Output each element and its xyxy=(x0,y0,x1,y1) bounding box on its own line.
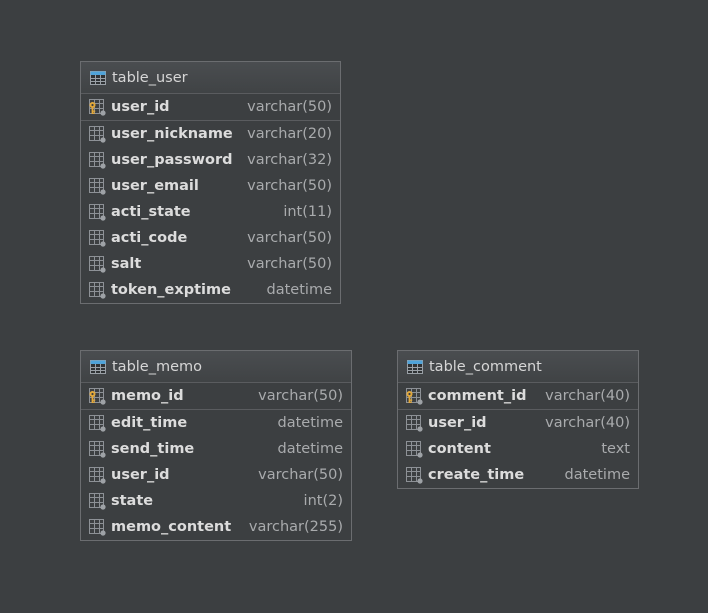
column-type: int(2) xyxy=(303,493,343,509)
column-row[interactable]: user_password varchar(32) xyxy=(81,147,340,173)
column-type: int(11) xyxy=(283,204,332,220)
table-title: table_user xyxy=(112,69,188,86)
column-row[interactable]: token_exptime datetime xyxy=(81,277,340,303)
primary-key-column-row[interactable]: comment_id varchar(40) xyxy=(398,383,638,410)
column-icon xyxy=(88,518,106,536)
primary-key-column-row[interactable]: user_id varchar(50) xyxy=(81,94,340,121)
column-icon xyxy=(88,151,106,169)
column-icon xyxy=(88,492,106,510)
column-name: user_id xyxy=(111,467,170,483)
column-type: varchar(255) xyxy=(248,519,343,535)
column-name: user_email xyxy=(111,178,199,194)
column-icon xyxy=(88,125,106,143)
column-name: memo_content xyxy=(111,519,232,535)
column-type: datetime xyxy=(266,282,332,298)
column-icon xyxy=(88,440,106,458)
column-row[interactable]: user_email varchar(50) xyxy=(81,173,340,199)
primary-key-column-icon xyxy=(88,387,106,405)
column-icon xyxy=(88,203,106,221)
table-memo-box[interactable]: table_memo memo_id varchar(50) edit_time da… xyxy=(80,350,352,541)
table-header: table_memo xyxy=(81,351,351,383)
column-row[interactable]: state int(2) xyxy=(81,488,351,514)
column-icon xyxy=(405,440,423,458)
column-name: user_nickname xyxy=(111,126,233,142)
column-name: create_time xyxy=(428,467,525,483)
column-icon xyxy=(88,177,106,195)
column-type: text xyxy=(601,441,630,457)
column-name: send_time xyxy=(111,441,195,457)
column-name: user_id xyxy=(111,99,170,115)
column-row[interactable]: edit_time datetime xyxy=(81,410,351,436)
table-comment-box[interactable]: table_comment comment_id varchar(40) user_… xyxy=(397,350,639,489)
column-name: user_password xyxy=(111,152,233,168)
column-type: varchar(50) xyxy=(247,230,332,246)
table-icon xyxy=(89,358,107,376)
column-row[interactable]: create_time datetime xyxy=(398,462,638,488)
column-type: datetime xyxy=(277,441,343,457)
table-icon xyxy=(406,358,424,376)
column-name: user_id xyxy=(428,415,487,431)
column-row[interactable]: user_nickname varchar(20) xyxy=(81,121,340,147)
column-name: comment_id xyxy=(428,388,527,404)
table-header: table_user xyxy=(81,62,340,94)
column-row[interactable]: send_time datetime xyxy=(81,436,351,462)
column-name: token_exptime xyxy=(111,282,231,298)
column-type: varchar(50) xyxy=(258,388,343,404)
column-name: state xyxy=(111,493,154,509)
column-row[interactable]: acti_code varchar(50) xyxy=(81,225,340,251)
column-icon xyxy=(88,229,106,247)
table-title: table_memo xyxy=(112,358,203,375)
column-icon xyxy=(88,466,106,484)
column-name: content xyxy=(428,441,491,457)
column-row[interactable]: memo_content varchar(255) xyxy=(81,514,351,540)
table-user-box[interactable]: table_user user_id varchar(50) user_nickna… xyxy=(80,61,341,304)
column-type: varchar(50) xyxy=(247,256,332,272)
column-row[interactable]: acti_state int(11) xyxy=(81,199,340,225)
primary-key-column-icon xyxy=(405,387,423,405)
column-icon xyxy=(88,414,106,432)
column-type: varchar(20) xyxy=(247,126,332,142)
column-row[interactable]: user_id varchar(50) xyxy=(81,462,351,488)
column-type: varchar(50) xyxy=(258,467,343,483)
column-list: comment_id varchar(40) user_id varchar(40) c… xyxy=(398,383,638,488)
column-name: memo_id xyxy=(111,388,184,404)
table-title: table_comment xyxy=(429,358,542,375)
column-row[interactable]: salt varchar(50) xyxy=(81,251,340,277)
column-type: varchar(40) xyxy=(545,388,630,404)
column-type: datetime xyxy=(564,467,630,483)
column-list: memo_id varchar(50) edit_time datetime send_… xyxy=(81,383,351,540)
column-name: edit_time xyxy=(111,415,188,431)
column-type: datetime xyxy=(277,415,343,431)
column-type: varchar(32) xyxy=(247,152,332,168)
table-header: table_comment xyxy=(398,351,638,383)
primary-key-column-icon xyxy=(88,98,106,116)
diagram-canvas: table_user user_id varchar(50) user_nickna… xyxy=(0,0,708,613)
column-type: varchar(40) xyxy=(545,415,630,431)
column-list: user_id varchar(50) user_nickname varchar(2… xyxy=(81,94,340,303)
primary-key-column-row[interactable]: memo_id varchar(50) xyxy=(81,383,351,410)
column-row[interactable]: user_id varchar(40) xyxy=(398,410,638,436)
column-name: salt xyxy=(111,256,142,272)
table-icon xyxy=(89,69,107,87)
column-icon xyxy=(88,255,106,273)
column-type: varchar(50) xyxy=(247,178,332,194)
column-row[interactable]: content text xyxy=(398,436,638,462)
column-name: acti_state xyxy=(111,204,191,220)
column-icon xyxy=(405,414,423,432)
column-type: varchar(50) xyxy=(247,99,332,115)
column-icon xyxy=(405,466,423,484)
column-icon xyxy=(88,281,106,299)
column-name: acti_code xyxy=(111,230,188,246)
